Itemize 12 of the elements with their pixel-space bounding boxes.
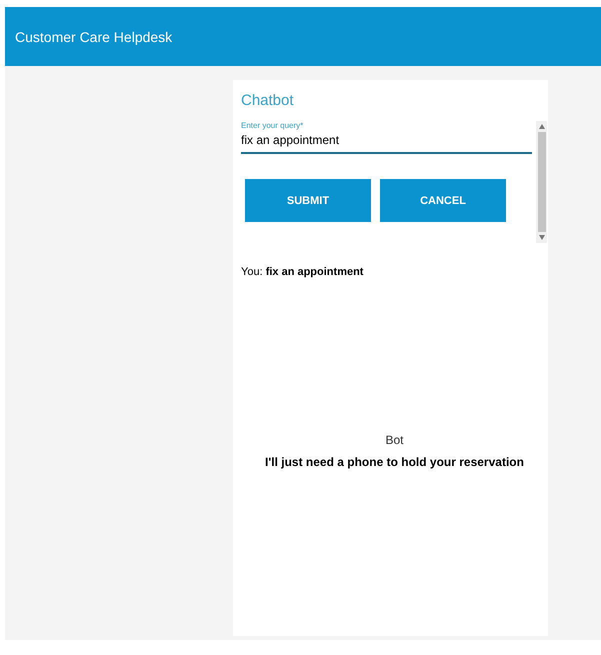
- query-label: Enter your query*: [241, 121, 304, 130]
- scroll-down-icon[interactable]: [538, 235, 544, 240]
- user-message: You: fix an appointment: [241, 266, 364, 278]
- bot-label: Bot: [385, 433, 404, 447]
- scroll-up-icon[interactable]: [538, 124, 544, 129]
- submit-button[interactable]: SUBMIT: [245, 179, 371, 222]
- bot-message: I'll just need a phone to hold your reservation: [265, 455, 524, 469]
- scrollbar[interactable]: [536, 121, 547, 243]
- query-field[interactable]: fix an appointment: [241, 130, 532, 154]
- chatbot-title: Chatbot: [241, 92, 295, 109]
- cancel-button[interactable]: CANCEL: [380, 179, 506, 222]
- app-title: Customer Care Helpdesk: [15, 28, 172, 44]
